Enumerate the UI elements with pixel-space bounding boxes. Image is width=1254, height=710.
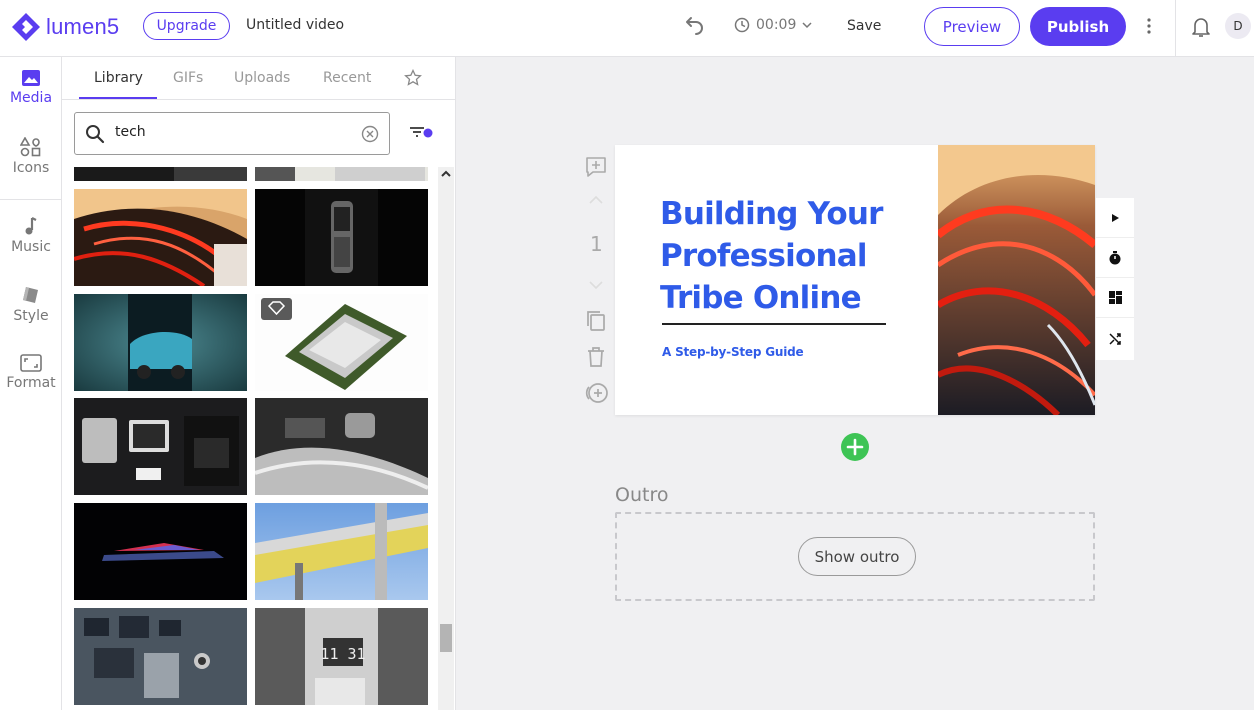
media-thumbnail[interactable]: 11 31	[255, 608, 428, 705]
outro-label: Outro	[615, 484, 669, 506]
media-thumbnail[interactable]	[74, 294, 247, 391]
rail-item-media[interactable]: Media	[0, 69, 62, 106]
save-button[interactable]: Save	[847, 18, 881, 34]
publish-button[interactable]: Publish	[1030, 7, 1126, 46]
rail-item-style[interactable]: Style	[0, 285, 62, 324]
music-note-icon	[25, 217, 37, 235]
slide-title[interactable]: Building Your Professional Tribe Online	[660, 193, 910, 319]
slide-subtitle[interactable]: A Step-by-Step Guide	[662, 345, 804, 359]
upgrade-button[interactable]: Upgrade	[143, 12, 230, 40]
rail-item-icons[interactable]: Icons	[0, 137, 62, 176]
outro-box: Show outro	[615, 512, 1095, 601]
rail-separator	[0, 199, 62, 200]
search-input[interactable]	[115, 124, 345, 140]
media-thumbnail[interactable]	[255, 189, 428, 286]
preview-button[interactable]: Preview	[924, 7, 1020, 46]
avatar[interactable]: D	[1225, 13, 1251, 39]
add-text-icon[interactable]	[584, 155, 608, 179]
undo-button[interactable]	[683, 16, 705, 40]
rail-item-format[interactable]: Format	[0, 354, 62, 391]
more-vertical-icon	[1147, 18, 1151, 34]
trash-icon[interactable]	[584, 345, 608, 369]
layout-grid-icon	[1108, 291, 1122, 304]
svg-text:11 31: 11 31	[320, 645, 365, 663]
image-icon	[22, 70, 40, 86]
duration-dropdown[interactable]: 00:09	[734, 17, 812, 33]
lumen5-logo[interactable]: lumen5	[11, 12, 119, 42]
chevron-down-icon	[802, 22, 812, 29]
rail-item-label: Music	[11, 239, 51, 255]
scroll-up-icon[interactable]	[440, 169, 452, 179]
active-tab-indicator	[79, 97, 157, 99]
more-options-button[interactable]	[1142, 16, 1156, 40]
stopwatch-icon	[1109, 250, 1121, 264]
rail-item-music[interactable]: Music	[0, 216, 62, 255]
media-scrollbar[interactable]	[438, 167, 454, 710]
shuffle-icon	[1108, 332, 1121, 345]
play-icon	[1112, 213, 1119, 222]
layout-button[interactable]	[1096, 278, 1134, 318]
media-thumbnail[interactable]	[74, 398, 247, 495]
tab-favorites[interactable]	[404, 68, 422, 91]
media-thumbnail[interactable]	[74, 608, 247, 705]
play-button[interactable]	[1096, 198, 1134, 238]
tab-uploads[interactable]: Uploads	[234, 70, 290, 86]
slide-side-toolbar	[1096, 198, 1134, 360]
media-thumbnail[interactable]	[255, 398, 428, 495]
media-thumbnail[interactable]	[255, 294, 428, 391]
header-divider	[1175, 0, 1176, 56]
top-bar: lumen5 Upgrade Untitled video 00:09 Save…	[0, 0, 1254, 57]
filter-icon[interactable]	[409, 127, 433, 139]
media-search	[74, 112, 390, 155]
media-grid: 11 31	[74, 167, 437, 710]
scene-number: 1	[590, 232, 603, 256]
add-scene-icon[interactable]	[841, 433, 869, 461]
app-name: lumen5	[46, 14, 120, 39]
rail-item-label: Media	[9, 90, 53, 106]
aspect-ratio-icon	[20, 354, 42, 372]
tab-gifs[interactable]: GIFs	[173, 70, 203, 86]
rail-item-label: Style	[13, 308, 49, 324]
tab-recent[interactable]: Recent	[323, 70, 371, 86]
tab-library[interactable]: Library	[94, 70, 143, 86]
chevron-up-icon[interactable]	[588, 195, 604, 205]
duplicate-icon[interactable]	[584, 309, 608, 333]
show-outro-button[interactable]: Show outro	[798, 537, 916, 576]
add-scene-circle-icon[interactable]	[584, 381, 610, 405]
slide-image[interactable]	[938, 145, 1095, 415]
scrollbar-thumb[interactable]	[440, 624, 452, 652]
slide-divider	[662, 323, 886, 325]
rail-item-label: Format	[6, 375, 56, 391]
media-thumbnail[interactable]	[74, 167, 247, 181]
clear-search-icon[interactable]	[361, 125, 379, 143]
left-rail: Media Icons Music Style Format	[0, 57, 62, 710]
media-thumbnail[interactable]	[74, 189, 247, 286]
lumen5-logo-icon	[12, 13, 40, 41]
search-icon	[86, 125, 105, 144]
scene-slide[interactable]: Building Your Professional Tribe Online …	[615, 145, 1095, 415]
shapes-icon	[20, 137, 41, 157]
timing-button[interactable]	[1096, 238, 1134, 278]
media-thumbnail[interactable]	[74, 503, 247, 600]
notifications-button[interactable]	[1191, 16, 1211, 42]
clock-icon	[734, 17, 750, 33]
bell-icon	[1192, 18, 1210, 37]
rail-item-label: Icons	[12, 160, 50, 176]
editor-canvas: 1 Building Your Professional Tribe Onlin…	[456, 57, 1254, 710]
paint-icon	[23, 287, 38, 303]
video-title[interactable]: Untitled video	[246, 17, 344, 33]
media-thumbnail[interactable]	[255, 503, 428, 600]
chevron-down-icon[interactable]	[588, 280, 604, 290]
media-panel: Library GIFs Uploads Recent tech 11 31	[62, 57, 456, 710]
media-tabs: Library GIFs Uploads Recent	[62, 57, 456, 100]
duration-value: 00:09	[756, 17, 797, 33]
shuffle-button[interactable]	[1096, 318, 1134, 358]
media-thumbnail[interactable]	[255, 167, 428, 181]
star-icon	[404, 68, 422, 86]
undo-icon	[686, 17, 703, 35]
